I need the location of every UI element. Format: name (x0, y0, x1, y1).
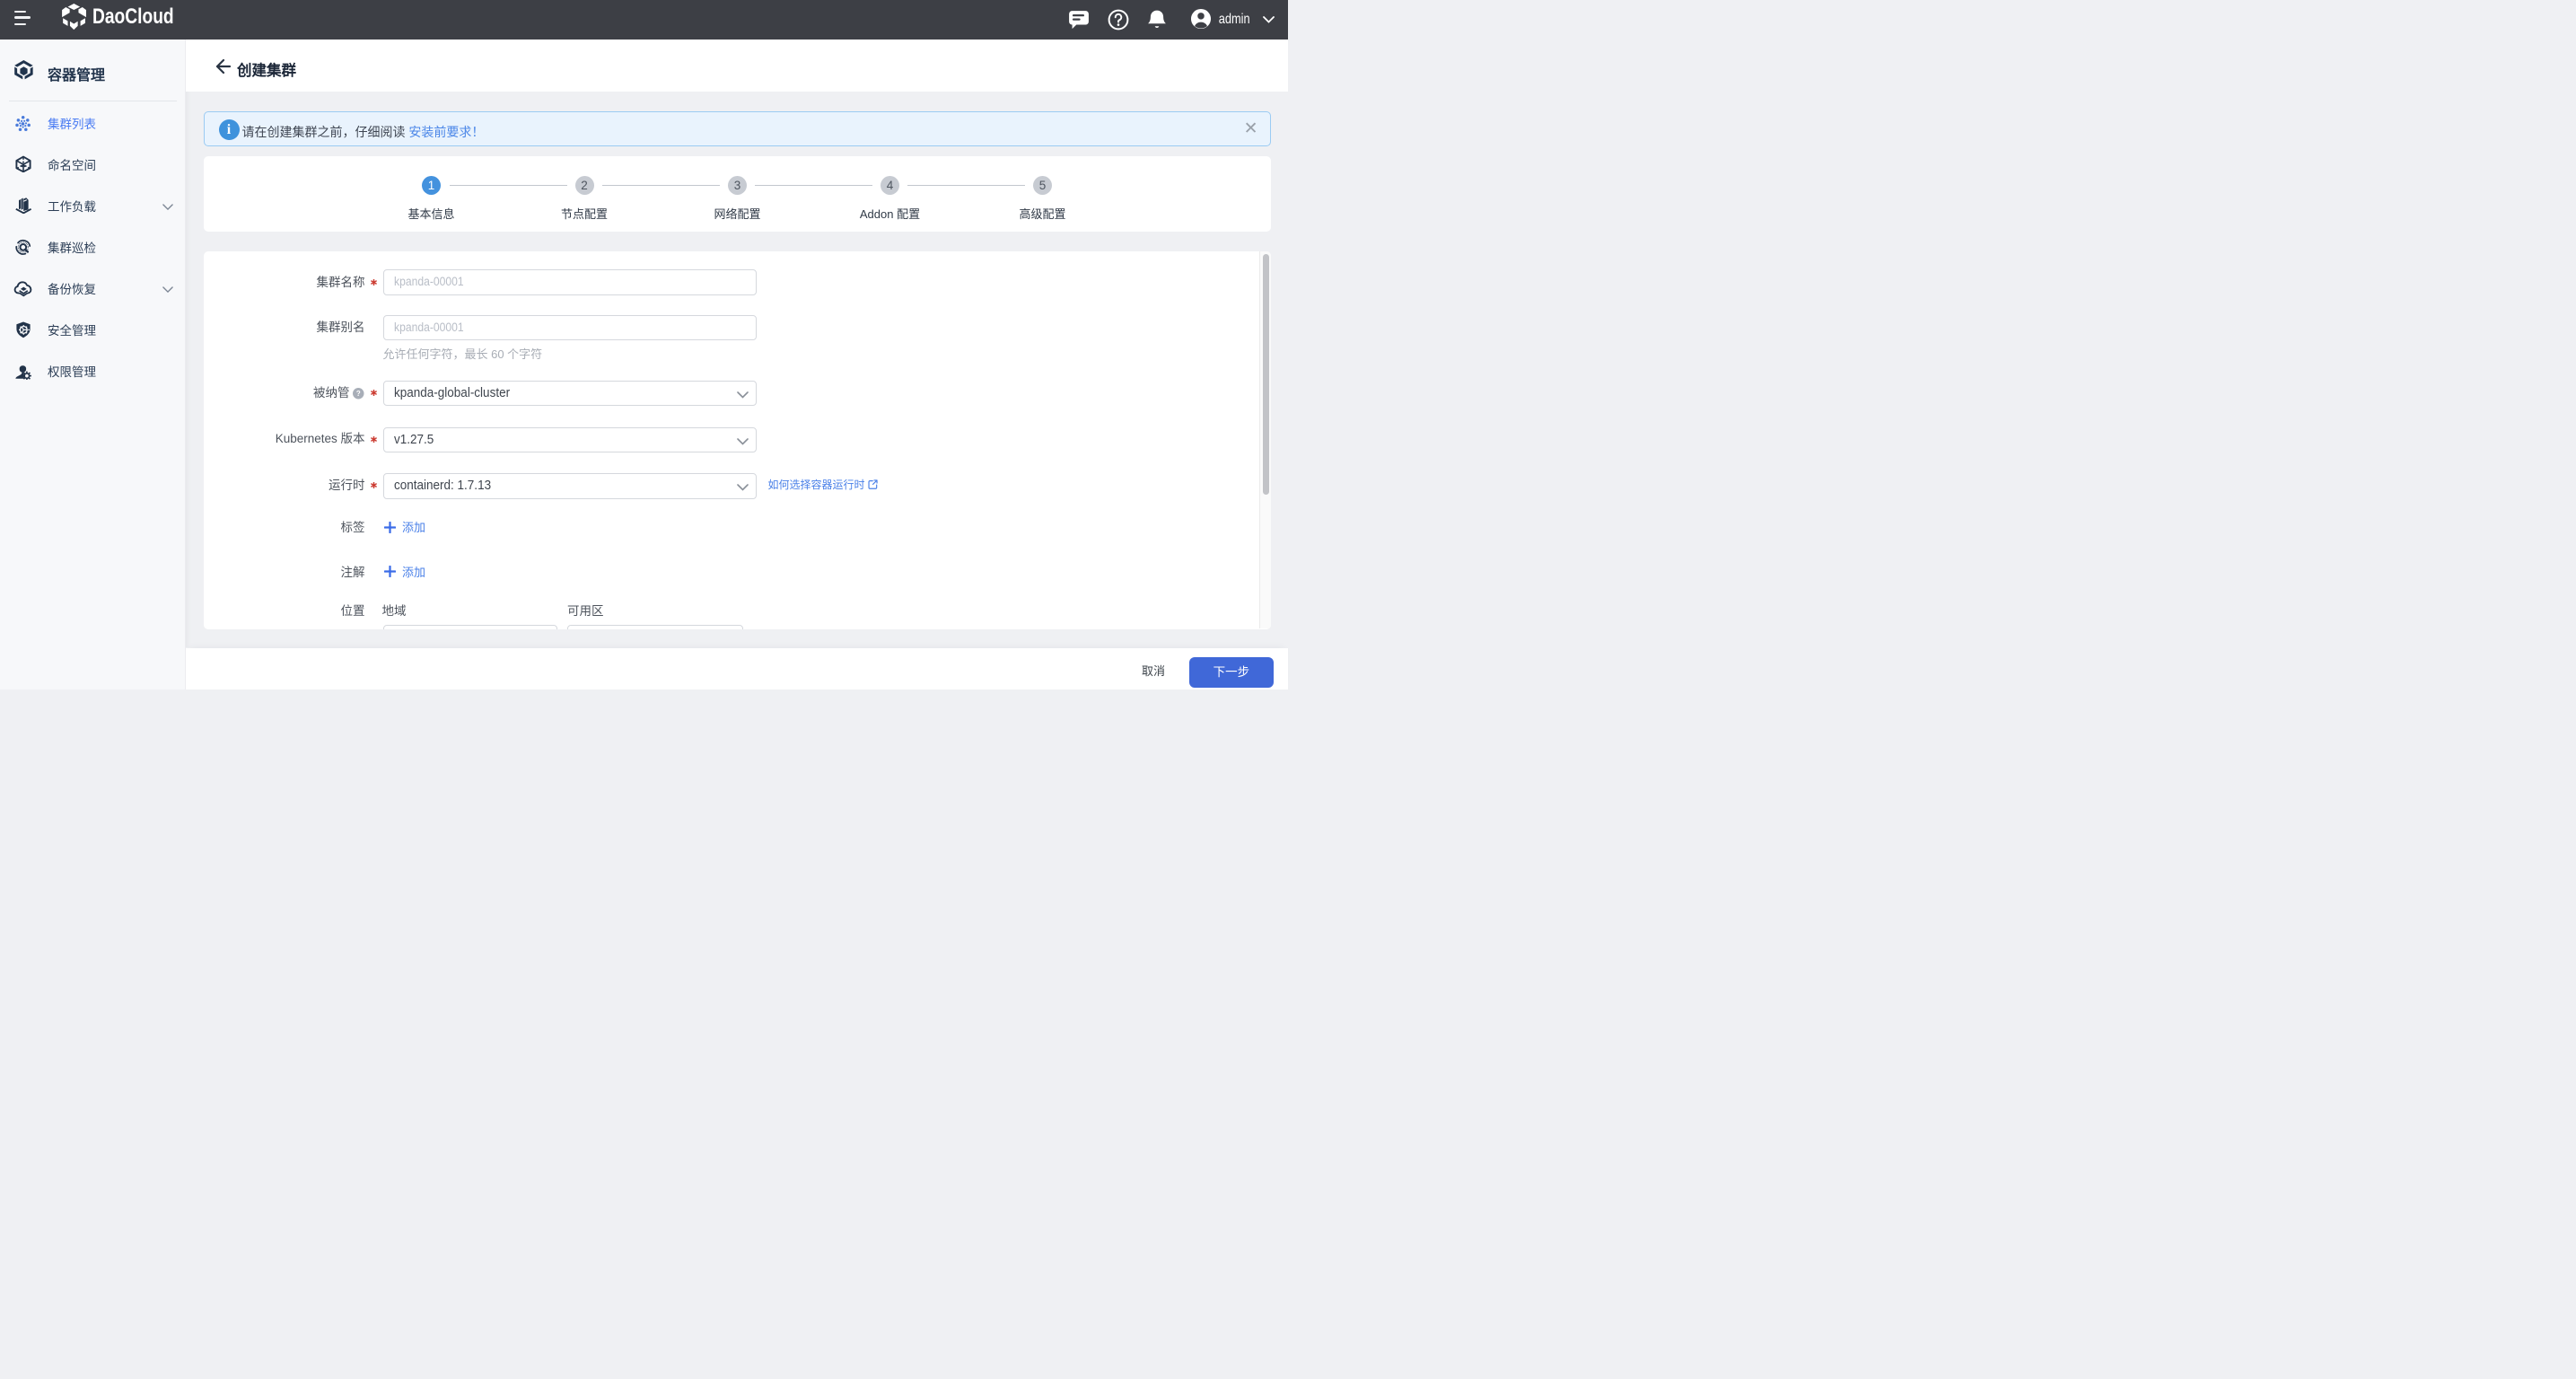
svg-text:?: ? (356, 390, 361, 398)
